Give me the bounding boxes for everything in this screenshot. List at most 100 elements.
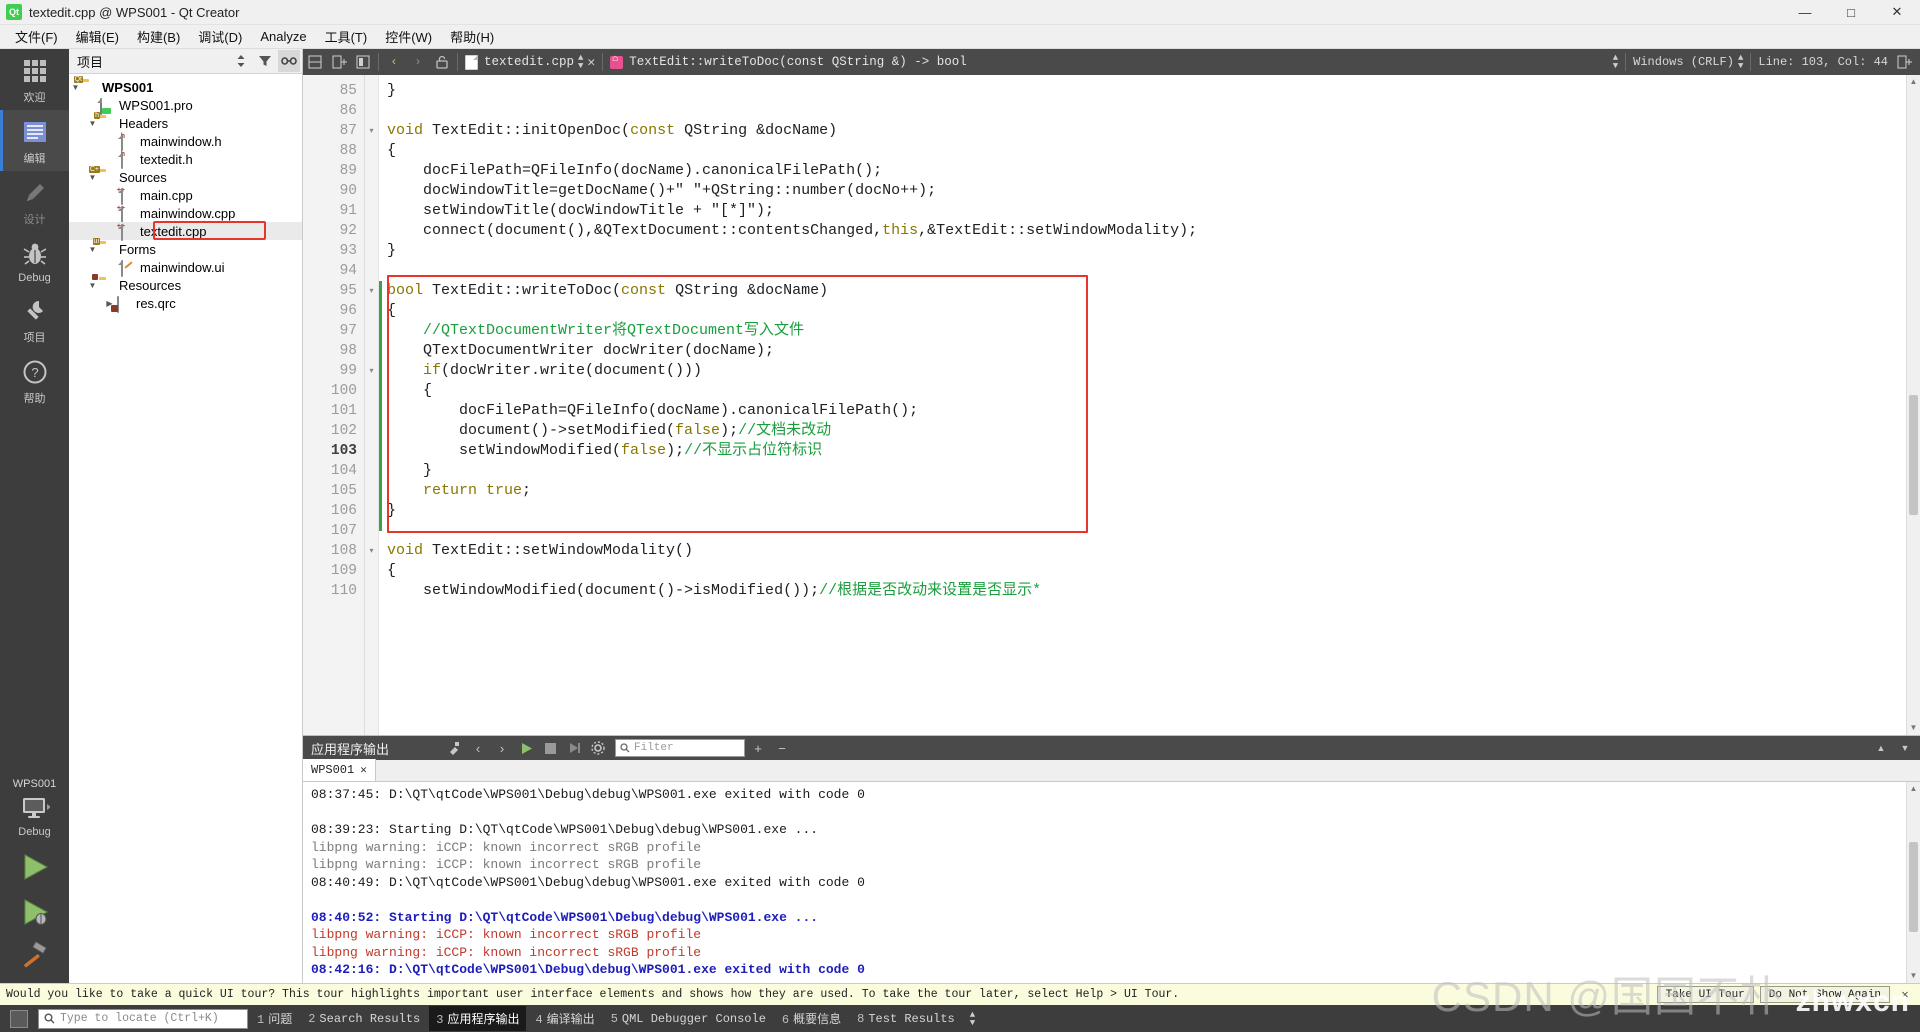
build-button[interactable] xyxy=(0,939,69,969)
mode-help[interactable]: ? 帮助 xyxy=(0,350,69,411)
stop-icon[interactable] xyxy=(539,737,561,759)
fold-marker[interactable]: ▾ xyxy=(365,361,378,381)
status-item-issues[interactable]: 1 问题 xyxy=(250,1006,299,1031)
status-item-test-results[interactable]: 8 Test Results xyxy=(850,1008,962,1030)
project-tree[interactable]: ▼ Qt WPS001 ▼ WPS001.pro ▼ h Headers h m… xyxy=(69,74,302,983)
cursor-position-label[interactable]: Line: 103, Col: 44 xyxy=(1758,55,1888,69)
tree-node-mainwindow-h[interactable]: h mainwindow.h xyxy=(69,132,302,151)
mode-projects[interactable]: 项目 xyxy=(0,289,69,350)
prev-item-icon[interactable]: ‹ xyxy=(467,737,489,759)
status-item-search-results[interactable]: 2 Search Results xyxy=(301,1008,427,1030)
menu-edit[interactable]: 编辑(E) xyxy=(67,24,128,49)
toggle-sidebar-icon[interactable] xyxy=(10,1009,28,1028)
fold-marker[interactable]: ▾ xyxy=(365,121,378,141)
tree-node-forms[interactable]: ▼ ui Forms xyxy=(69,237,302,258)
status-item-application-output[interactable]: 3 应用程序输出 xyxy=(429,1006,527,1031)
close-split-icon[interactable] xyxy=(351,49,375,75)
fold-column[interactable]: ▾ ▾ ▾ ▾ xyxy=(365,75,379,735)
tree-node-wps001-pro[interactable]: ▼ WPS001.pro xyxy=(69,96,302,115)
next-item-icon[interactable]: › xyxy=(491,737,513,759)
mode-edit[interactable]: 编辑 xyxy=(0,110,69,171)
encoding-arrows-icon[interactable]: ▲ ▼ xyxy=(1613,54,1618,71)
maximize-button[interactable]: □ xyxy=(1828,0,1874,25)
tree-node-mainwindow-ui[interactable]: mainwindow.ui xyxy=(69,258,302,277)
code-text-area[interactable]: } void TextEdit::initOpenDoc(const QStri… xyxy=(379,75,1906,735)
symbol-combo[interactable]: TextEdit::writeToDoc(const QString &) ->… xyxy=(606,51,971,73)
tree-node-res-qrc[interactable]: ▶ res.qrc xyxy=(69,294,302,313)
status-more-arrows-icon[interactable]: ▲ ▼ xyxy=(964,1010,981,1027)
chevron-down-icon[interactable]: ▼ xyxy=(86,245,99,254)
chevron-down-icon[interactable]: ▼ xyxy=(86,119,99,128)
tree-node-sources[interactable]: ▼ C+ Sources xyxy=(69,165,302,186)
tree-node-headers[interactable]: ▼ h Headers xyxy=(69,111,302,132)
minimize-button[interactable]: — xyxy=(1782,0,1828,25)
output-body[interactable]: 08:37:45: D:\QT\qtCode\WPS001\Debug\debu… xyxy=(303,782,1920,983)
close-banner-icon[interactable]: ✕ xyxy=(1896,987,1914,1002)
menu-debug[interactable]: 调试(D) xyxy=(189,24,251,49)
scroll-up-arrow-icon[interactable]: ▲ xyxy=(1907,782,1920,796)
filter-icon[interactable] xyxy=(254,50,276,72)
chevron-down-icon[interactable]: ▼ xyxy=(69,83,82,92)
menu-analyze[interactable]: Analyze xyxy=(251,26,315,47)
editor-vertical-scrollbar[interactable]: ▲ ▼ xyxy=(1906,75,1920,735)
back-arrow-icon[interactable]: ‹ xyxy=(382,49,406,75)
output-vertical-scrollbar[interactable]: ▲ ▼ xyxy=(1906,782,1920,983)
menu-help[interactable]: 帮助(H) xyxy=(441,24,503,49)
kit-selector[interactable]: Debug xyxy=(0,790,69,843)
mode-debug[interactable]: Debug xyxy=(0,232,69,289)
tree-node-resources[interactable]: ▼ Resources xyxy=(69,273,302,294)
output-tab-wps001[interactable]: WPS001 ✕ xyxy=(303,759,376,781)
settings-icon[interactable] xyxy=(587,737,609,759)
mode-design[interactable]: 设计 xyxy=(0,171,69,232)
fold-marker[interactable]: ▾ xyxy=(365,281,378,301)
tree-node-textedit-cpp[interactable]: ++ textedit.cpp xyxy=(69,221,302,241)
sync-icon[interactable] xyxy=(230,50,252,72)
tree-node-mainwindow-cpp[interactable]: ++ mainwindow.cpp xyxy=(69,204,302,223)
code-editor[interactable]: 85 86 87 88 89 90 91 92 93 94 95 96 97 98 99 100 101 102 1… xyxy=(303,75,1920,735)
close-file-button[interactable]: ✕ xyxy=(583,55,599,70)
zoom-in-button[interactable]: + xyxy=(747,737,769,759)
do-not-show-again-button[interactable]: Do Not Show Again xyxy=(1759,986,1890,1003)
menu-tools[interactable]: 工具(T) xyxy=(316,24,377,49)
mode-welcome[interactable]: 欢迎 xyxy=(0,49,69,110)
run-debug-button[interactable] xyxy=(0,897,69,927)
tree-node-textedit-h[interactable]: h textedit.h xyxy=(69,150,302,169)
menu-build[interactable]: 构建(B) xyxy=(128,24,189,49)
scroll-thumb[interactable] xyxy=(1909,842,1918,932)
scroll-up-arrow-icon[interactable]: ▲ xyxy=(1907,75,1920,89)
scroll-down-arrow-icon[interactable]: ▼ xyxy=(1907,969,1920,983)
run-icon[interactable] xyxy=(515,737,537,759)
run-button[interactable] xyxy=(0,852,69,882)
tree-node-wps001[interactable]: ▼ Qt WPS001 xyxy=(69,75,302,96)
tree-node-main-cpp[interactable]: ++ main.cpp xyxy=(69,186,302,205)
zoom-out-button[interactable]: − xyxy=(771,737,793,759)
maximize-output-button[interactable]: ▲ xyxy=(1870,737,1892,759)
status-item-general-messages[interactable]: 6 概要信息 xyxy=(775,1006,848,1031)
take-ui-tour-button[interactable]: Take UI Tour xyxy=(1656,986,1754,1003)
status-item-compile-output[interactable]: 4 编译输出 xyxy=(528,1006,601,1031)
link-icon[interactable] xyxy=(278,50,300,72)
clear-icon[interactable] xyxy=(443,737,465,759)
line-ending-arrows-icon[interactable]: ▲ ▼ xyxy=(1738,54,1743,71)
add-split-icon[interactable] xyxy=(327,49,351,75)
chevron-down-icon[interactable]: ▼ xyxy=(86,281,99,290)
menu-file[interactable]: 文件(F) xyxy=(6,24,67,49)
status-item-qml-debugger-console[interactable]: 5 QML Debugger Console xyxy=(604,1008,773,1030)
split-icon[interactable] xyxy=(303,49,327,75)
unlocked-icon[interactable] xyxy=(430,49,454,75)
filter-input[interactable]: Filter xyxy=(615,739,745,757)
menu-window[interactable]: 控件(W) xyxy=(376,24,441,49)
close-button[interactable]: ✕ xyxy=(1874,0,1920,25)
chevron-down-icon[interactable]: ▼ xyxy=(86,173,99,182)
scroll-thumb[interactable] xyxy=(1909,395,1918,515)
open-file-combo[interactable]: textedit.cpp xyxy=(461,51,578,73)
locator-input[interactable]: Type to locate (Ctrl+K) xyxy=(38,1008,248,1029)
close-icon[interactable]: ✕ xyxy=(360,763,367,777)
line-ending-label[interactable]: Windows (CRLF) xyxy=(1633,55,1734,69)
attach-icon[interactable] xyxy=(563,737,585,759)
split-editor-button[interactable] xyxy=(1892,49,1916,75)
minimize-output-button[interactable]: ▼ xyxy=(1894,737,1916,759)
fold-marker[interactable]: ▾ xyxy=(365,541,378,561)
scroll-down-arrow-icon[interactable]: ▼ xyxy=(1907,721,1920,735)
forward-arrow-icon[interactable]: › xyxy=(406,49,430,75)
